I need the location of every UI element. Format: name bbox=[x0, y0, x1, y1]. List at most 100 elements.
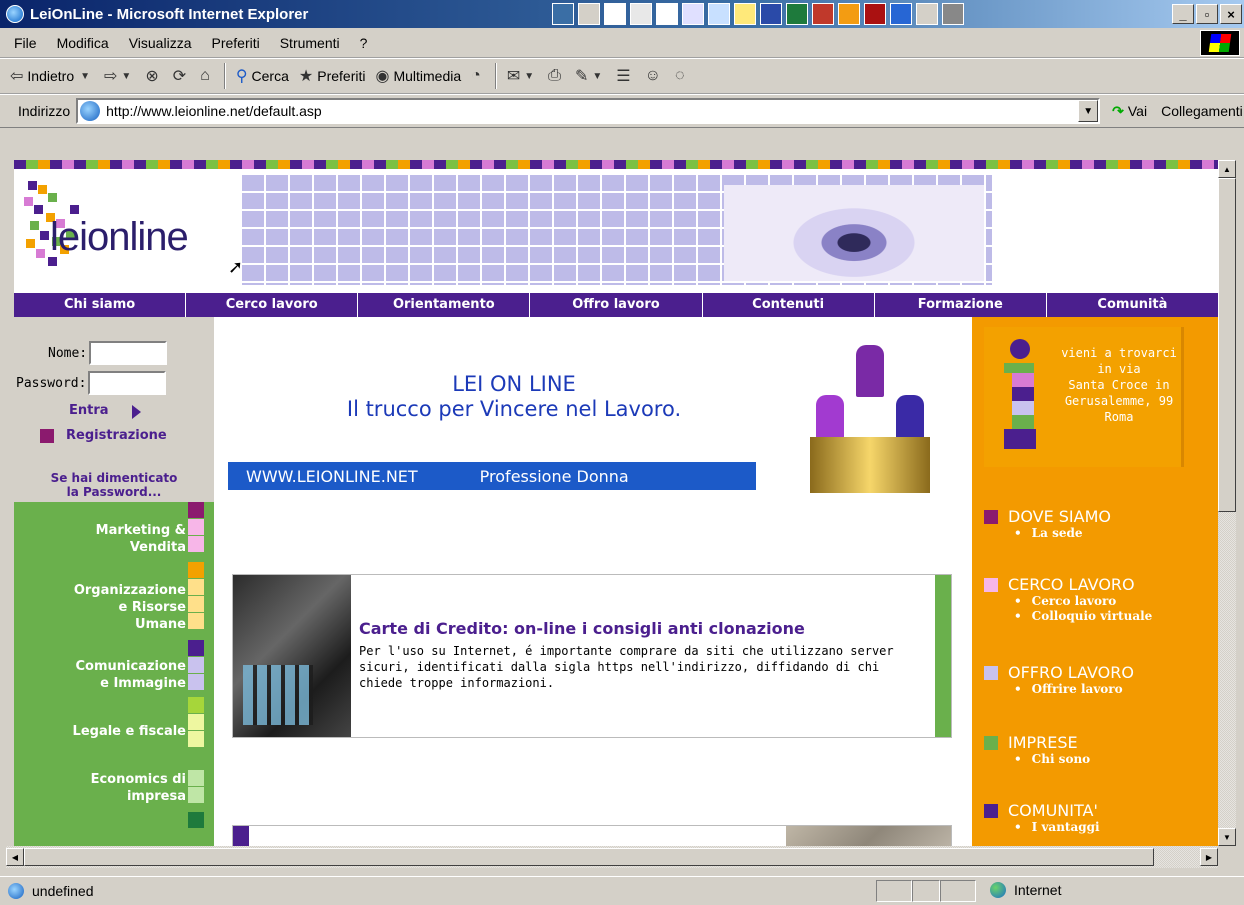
ad-url-bar[interactable]: WWW.LEIONLINE.NET Professione Donna bbox=[228, 462, 756, 490]
back-button[interactable]: ⇦ Indietro ▼ bbox=[10, 66, 94, 86]
dropdown-arrow-icon[interactable]: ▼ bbox=[592, 71, 602, 82]
home-button[interactable]: ⌂ bbox=[200, 67, 214, 85]
refresh-button[interactable]: ⟳ bbox=[173, 66, 190, 86]
menu-help[interactable]: ? bbox=[360, 35, 368, 51]
link-offrire-lavoro[interactable]: Offrire lavoro bbox=[1014, 682, 1134, 697]
nav-orientamento[interactable]: Orientamento bbox=[358, 293, 531, 317]
nav-offro-lavoro[interactable]: Offro lavoro bbox=[530, 293, 703, 317]
quick-icon[interactable] bbox=[890, 3, 912, 25]
enter-button[interactable]: Entra bbox=[69, 403, 109, 418]
vertical-scroll-thumb[interactable] bbox=[1218, 178, 1236, 512]
restore-button[interactable]: ▫ bbox=[1196, 4, 1218, 24]
section-header[interactable]: COMUNITA' bbox=[984, 801, 1100, 820]
nav-comunita[interactable]: Comunità bbox=[1047, 293, 1218, 317]
quick-icon[interactable] bbox=[682, 3, 704, 25]
access-icon[interactable] bbox=[812, 3, 834, 25]
forward-button[interactable]: ⇨ ▼ bbox=[104, 66, 135, 86]
site-logo[interactable]: leionline bbox=[20, 179, 230, 289]
outlook-icon[interactable] bbox=[838, 3, 860, 25]
go-button[interactable]: ↷ Vai bbox=[1112, 103, 1147, 120]
ad-banner-text[interactable]: LEI ON LINE Il trucco per Vincere nel La… bbox=[214, 372, 814, 422]
dropdown-arrow-icon[interactable]: ▼ bbox=[80, 71, 90, 82]
horizontal-scrollbar[interactable]: ◀ ▶ bbox=[6, 846, 1218, 868]
section-header[interactable]: OFFRO LAVORO bbox=[984, 663, 1134, 682]
quick-icon[interactable] bbox=[916, 3, 938, 25]
news-article-2[interactable] bbox=[232, 825, 952, 846]
scroll-right-button[interactable]: ▶ bbox=[1200, 848, 1218, 866]
article-title[interactable]: Carte di Credito: on-line i consigli ant… bbox=[359, 619, 805, 638]
history-button[interactable]: ◔ bbox=[471, 67, 485, 85]
address-dropdown-button[interactable]: ▼ bbox=[1078, 100, 1099, 122]
section-header[interactable]: IMPRESE bbox=[984, 733, 1090, 752]
forgot-password-link[interactable]: Se hai dimenticato la Password... bbox=[14, 471, 214, 499]
research-button[interactable]: ◌ bbox=[675, 67, 689, 85]
vertical-scrollbar[interactable]: ▲ ▼ bbox=[1218, 160, 1236, 846]
edit-button[interactable]: ✎ ▼ bbox=[575, 66, 606, 86]
menu-modifica[interactable]: Modifica bbox=[57, 35, 109, 51]
quick-icon[interactable] bbox=[708, 3, 730, 25]
nav-formazione[interactable]: Formazione bbox=[875, 293, 1047, 317]
topic-comunicazione[interactable]: Comunicazione e Immagine bbox=[76, 658, 187, 692]
section-header[interactable]: DOVE SIAMO bbox=[984, 507, 1111, 526]
address-input[interactable]: http://www.leionline.net/default.asp ▼ bbox=[76, 98, 1101, 124]
menu-file[interactable]: File bbox=[14, 35, 37, 51]
section-header[interactable]: CERCO LAVORO bbox=[984, 575, 1152, 594]
link-i-vantaggi[interactable]: I vantaggi bbox=[1014, 820, 1100, 835]
stop-button[interactable]: ⊗ bbox=[145, 66, 162, 86]
forward-arrow-icon: ⇨ bbox=[104, 68, 118, 85]
link-colloquio-virtuale[interactable]: Colloquio virtuale bbox=[1014, 609, 1153, 624]
quick-icon[interactable] bbox=[942, 3, 964, 25]
address-url[interactable]: http://www.leionline.net/default.asp bbox=[106, 103, 322, 119]
scroll-left-button[interactable]: ◀ bbox=[6, 848, 24, 866]
nav-chi-siamo[interactable]: Chi siamo bbox=[14, 293, 187, 317]
scroll-down-button[interactable]: ▼ bbox=[1218, 828, 1236, 846]
excel-icon[interactable] bbox=[786, 3, 808, 25]
link-cerco-lavoro[interactable]: Cerco lavoro bbox=[1014, 594, 1152, 609]
section-square-icon bbox=[984, 665, 998, 680]
word-icon[interactable] bbox=[760, 3, 782, 25]
play-arrow-icon[interactable] bbox=[132, 405, 141, 419]
password-input[interactable] bbox=[88, 371, 167, 395]
register-square-icon bbox=[40, 428, 54, 443]
scroll-up-button[interactable]: ▲ bbox=[1218, 160, 1236, 178]
mail-button[interactable]: ✉ ▼ bbox=[507, 66, 538, 86]
nav-cerco-lavoro[interactable]: Cerco lavoro bbox=[186, 293, 359, 317]
discuss-button[interactable]: ☰ bbox=[616, 66, 634, 86]
dropdown-arrow-icon[interactable]: ▼ bbox=[121, 71, 131, 82]
powerpoint-icon[interactable] bbox=[864, 3, 886, 25]
search-button[interactable]: ⚲ Cerca bbox=[236, 66, 289, 86]
menu-strumenti[interactable]: Strumenti bbox=[280, 35, 340, 51]
topic-swatch bbox=[188, 812, 204, 828]
address-bar: Indirizzo http://www.leionline.net/defau… bbox=[0, 94, 1244, 128]
topic-organizzazione[interactable]: Organizzazione e Risorse Umane bbox=[74, 582, 186, 633]
menu-visualizza[interactable]: Visualizza bbox=[129, 35, 192, 51]
close-button[interactable]: × bbox=[1220, 4, 1242, 24]
quick-icon[interactable] bbox=[604, 3, 626, 25]
nav-contenuti[interactable]: Contenuti bbox=[703, 293, 875, 317]
topic-legale[interactable]: Legale e fiscale bbox=[73, 723, 186, 740]
menu-preferiti[interactable]: Preferiti bbox=[211, 35, 259, 51]
page-status-icon bbox=[8, 883, 24, 899]
quick-icon[interactable] bbox=[734, 3, 756, 25]
messenger-button[interactable]: ☺ bbox=[645, 67, 665, 85]
register-link[interactable]: Registrazione bbox=[40, 428, 167, 443]
topic-marketing[interactable]: Marketing & Vendita bbox=[96, 522, 186, 556]
link-chi-sono[interactable]: Chi sono bbox=[1014, 752, 1091, 767]
favorites-button[interactable]: ★ Preferiti bbox=[299, 66, 366, 86]
topic-economics[interactable]: Economics di impresa bbox=[91, 771, 186, 805]
minimize-button[interactable]: _ bbox=[1172, 4, 1194, 24]
horizontal-scroll-thumb[interactable] bbox=[24, 848, 1154, 866]
name-input[interactable] bbox=[89, 341, 168, 365]
dropdown-arrow-icon[interactable]: ▼ bbox=[524, 71, 534, 82]
news-article[interactable]: Carte di Credito: on-line i consigli ant… bbox=[232, 574, 952, 738]
quick-icon[interactable] bbox=[578, 3, 600, 25]
quick-icon[interactable] bbox=[656, 3, 678, 25]
quick-icon[interactable] bbox=[552, 3, 574, 25]
print-button[interactable]: ⎙ bbox=[548, 67, 565, 85]
link-la-sede[interactable]: La sede bbox=[1014, 526, 1111, 541]
ad-tagline: Professione Donna bbox=[479, 466, 629, 486]
quick-icon[interactable] bbox=[630, 3, 652, 25]
links-button[interactable]: Collegamenti bbox=[1161, 103, 1243, 119]
media-button[interactable]: ◉ Multimedia bbox=[375, 66, 461, 86]
window-title: LeiOnLine - Microsoft Internet Explorer bbox=[30, 5, 309, 23]
